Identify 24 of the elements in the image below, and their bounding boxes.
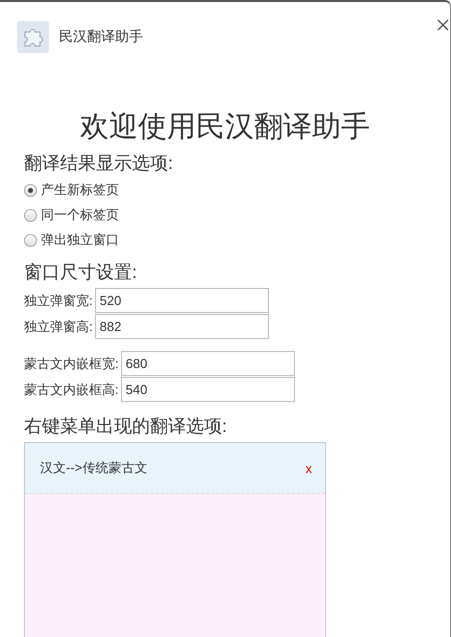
radio-button[interactable] <box>24 234 37 246</box>
puzzle-icon <box>17 21 49 53</box>
input-field[interactable]: 540 <box>120 377 295 402</box>
remove-button[interactable]: x <box>306 460 312 476</box>
section-title: 右键菜单出现的翻译选项: <box>24 415 228 438</box>
menu-option-item[interactable]: 汉文-->传统蒙古文 x <box>25 443 325 494</box>
input-field[interactable]: 520 <box>94 288 269 313</box>
section-title: 翻译结果显示选项: <box>24 152 174 175</box>
input-field[interactable]: 882 <box>94 314 269 339</box>
radio-button[interactable] <box>24 184 37 196</box>
field-label: 蒙古文内嵌框高: <box>24 380 119 398</box>
window-title: 民汉翻译助手 <box>59 28 143 46</box>
page-heading: 欢迎使用民汉翻译助手 <box>79 110 371 145</box>
close-icon[interactable] <box>437 19 449 31</box>
option-label: 汉文-->传统蒙古文 <box>40 459 148 477</box>
field-label: 蒙古文内嵌框宽: <box>24 354 119 372</box>
radio-label[interactable]: 同一个标签页 <box>41 206 119 224</box>
input-field[interactable]: 680 <box>120 351 295 376</box>
section-title: 窗口尺寸设置: <box>24 261 138 284</box>
field-label: 独立弹窗高: <box>24 318 93 336</box>
radio-label[interactable]: 弹出独立窗口 <box>41 231 119 249</box>
radio-button[interactable] <box>24 208 37 222</box>
field-label: 独立弹窗宽: <box>24 292 93 310</box>
radio-label[interactable]: 产生新标签页 <box>41 181 119 199</box>
